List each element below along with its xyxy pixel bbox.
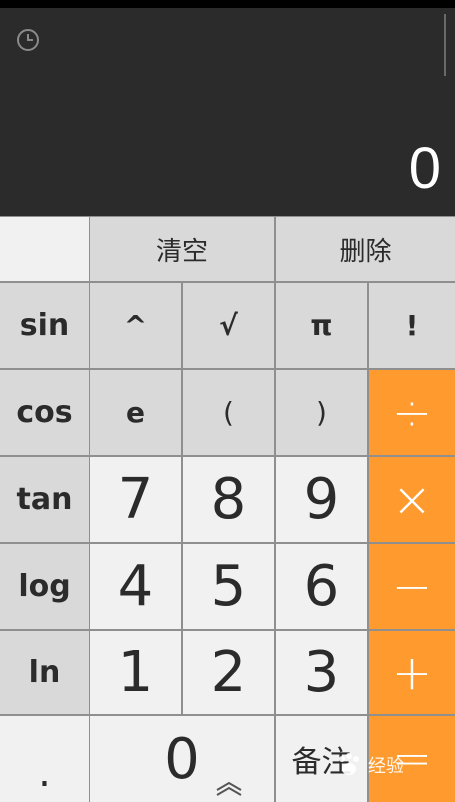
result-display: 0 [408,136,441,201]
minus-button[interactable]: − [369,544,455,629]
plus-button[interactable]: + [369,631,455,714]
ln-button[interactable]: ln [0,631,89,714]
left-paren-button[interactable]: ( [183,370,274,455]
e-button[interactable]: e [90,370,181,455]
delete-button[interactable]: 删除 [276,217,455,281]
tan-button[interactable]: tan [0,457,89,542]
digit-1-button[interactable]: 1 [90,631,181,714]
digit-3-button[interactable]: 3 [276,631,367,714]
digit-5-button[interactable]: 5 [183,544,274,629]
log-button[interactable]: log [0,544,89,629]
blank-key [0,217,89,281]
digit-0-button[interactable]: 0 [90,716,274,802]
clear-button[interactable]: 清空 [90,217,274,281]
divide-button[interactable]: ÷ [369,370,455,455]
sin-button[interactable]: sin [0,283,89,368]
clock-icon[interactable] [14,26,42,54]
power-button[interactable]: ^ [90,283,181,368]
status-bar [0,0,455,8]
cos-button[interactable]: cos [0,370,89,455]
display-panel: 0 [0,8,455,216]
chevron-up-icon[interactable] [214,780,244,796]
equals-button[interactable]: = [369,716,455,802]
note-button[interactable]: 备注 [276,716,367,802]
pi-button[interactable]: π [276,283,367,368]
digit-7-button[interactable]: 7 [90,457,181,542]
multiply-button[interactable]: × [369,457,455,542]
digit-8-button[interactable]: 8 [183,457,274,542]
decimal-point-button[interactable]: . [0,716,89,802]
digit-2-button[interactable]: 2 [183,631,274,714]
digit-4-button[interactable]: 4 [90,544,181,629]
digit-6-button[interactable]: 6 [276,544,367,629]
right-paren-button[interactable]: ) [276,370,367,455]
scroll-indicator [444,14,446,76]
digit-9-button[interactable]: 9 [276,457,367,542]
sqrt-button[interactable]: √ [183,283,274,368]
factorial-button[interactable]: ! [369,283,455,368]
